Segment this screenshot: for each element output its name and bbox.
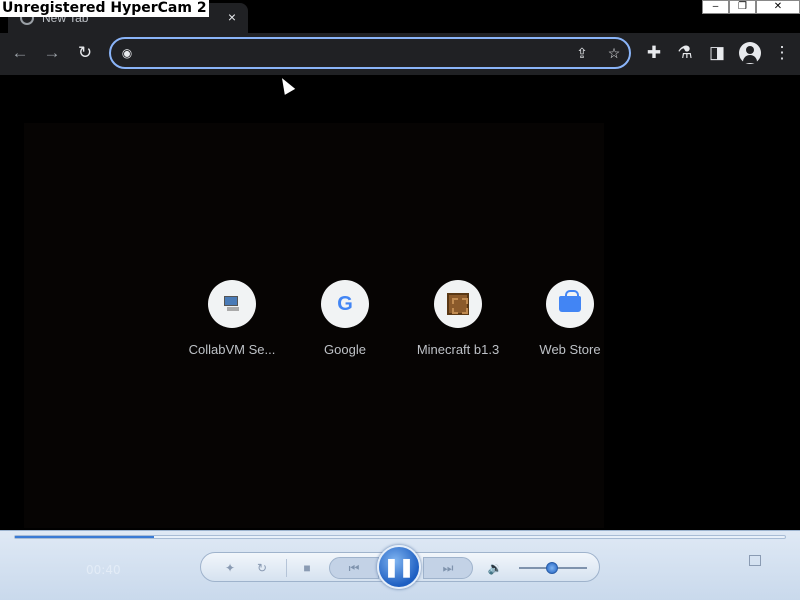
shortcut-label: Google — [324, 342, 366, 357]
seek-bar[interactable] — [14, 535, 786, 539]
next-button[interactable]: ⏭ — [423, 557, 473, 579]
menu-kebab-icon[interactable]: ⋮ — [772, 43, 792, 63]
minimize-button[interactable]: – — [702, 0, 729, 14]
minecraft-icon — [434, 280, 482, 328]
window-controls: – ❐ ✕ — [702, 0, 800, 14]
restore-button[interactable]: ❐ — [729, 0, 756, 14]
google-icon: G — [321, 280, 369, 328]
google-glyph: G — [337, 292, 353, 315]
shortcut-collabvm[interactable]: CollabVM Se... — [176, 280, 288, 370]
extensions-icon[interactable]: ✚ — [644, 43, 664, 63]
play-pause-button[interactable]: ❚❚ — [377, 545, 421, 589]
labs-flask-icon[interactable]: ⚗ — [675, 43, 695, 63]
stop-icon[interactable]: ■ — [298, 559, 316, 577]
close-window-button[interactable]: ✕ — [756, 0, 800, 14]
site-info-icon[interactable]: ◉ — [119, 45, 135, 61]
volume-icon[interactable]: 🔉 — [486, 559, 504, 577]
back-arrow-icon[interactable]: ← — [10, 43, 30, 63]
screen: Unregistered HyperCam 2 New Tab × – ❐ ✕ … — [0, 0, 800, 600]
shortcut-google[interactable]: G Google — [289, 280, 401, 370]
volume-slider[interactable] — [519, 562, 587, 574]
shuffle-icon[interactable]: ✦ — [221, 559, 239, 577]
close-icon[interactable]: × — [224, 9, 240, 25]
side-panel-icon[interactable]: ◨ — [707, 43, 727, 63]
shortcut-label: Minecraft b1.3 — [416, 342, 500, 357]
new-tab-page: CollabVM Se... G Google Minecraft b1.3 W… — [0, 75, 800, 530]
reload-icon[interactable]: ↻ — [75, 43, 95, 63]
volume-knob[interactable] — [545, 562, 558, 574]
shortcut-minecraft[interactable]: Minecraft b1.3 — [402, 280, 514, 370]
bookmark-star-icon[interactable]: ☆ — [605, 44, 623, 62]
web-store-icon — [546, 280, 594, 328]
shortcut-web-store[interactable]: Web Store — [514, 280, 626, 370]
share-icon[interactable]: ⇪ — [573, 44, 591, 62]
media-player-bar: 00:40 ✦ ↻ ■ ⏮ ⏭ 🔉 ❚❚ — [0, 530, 800, 600]
previous-button[interactable]: ⏮ — [329, 557, 379, 579]
divider — [286, 559, 287, 577]
recorder-watermark: Unregistered HyperCam 2 — [0, 0, 209, 17]
elapsed-time: 00:40 — [86, 563, 121, 577]
collabvm-icon — [208, 280, 256, 328]
browser-toolbar: ← → ↻ ◉ ⇪ ☆ ✚ ⚗ ◨ ⋮ — [0, 33, 800, 75]
profile-avatar-icon[interactable] — [739, 42, 761, 64]
switch-to-now-playing-icon[interactable] — [749, 555, 761, 566]
address-input[interactable] — [141, 43, 561, 63]
address-bar[interactable]: ◉ ⇪ ☆ — [109, 37, 631, 69]
repeat-icon[interactable]: ↻ — [253, 559, 271, 577]
seek-progress — [15, 536, 154, 538]
forward-arrow-icon[interactable]: → — [42, 43, 62, 63]
shortcut-label: CollabVM Se... — [188, 342, 276, 357]
shortcut-label: Web Store — [539, 342, 601, 357]
